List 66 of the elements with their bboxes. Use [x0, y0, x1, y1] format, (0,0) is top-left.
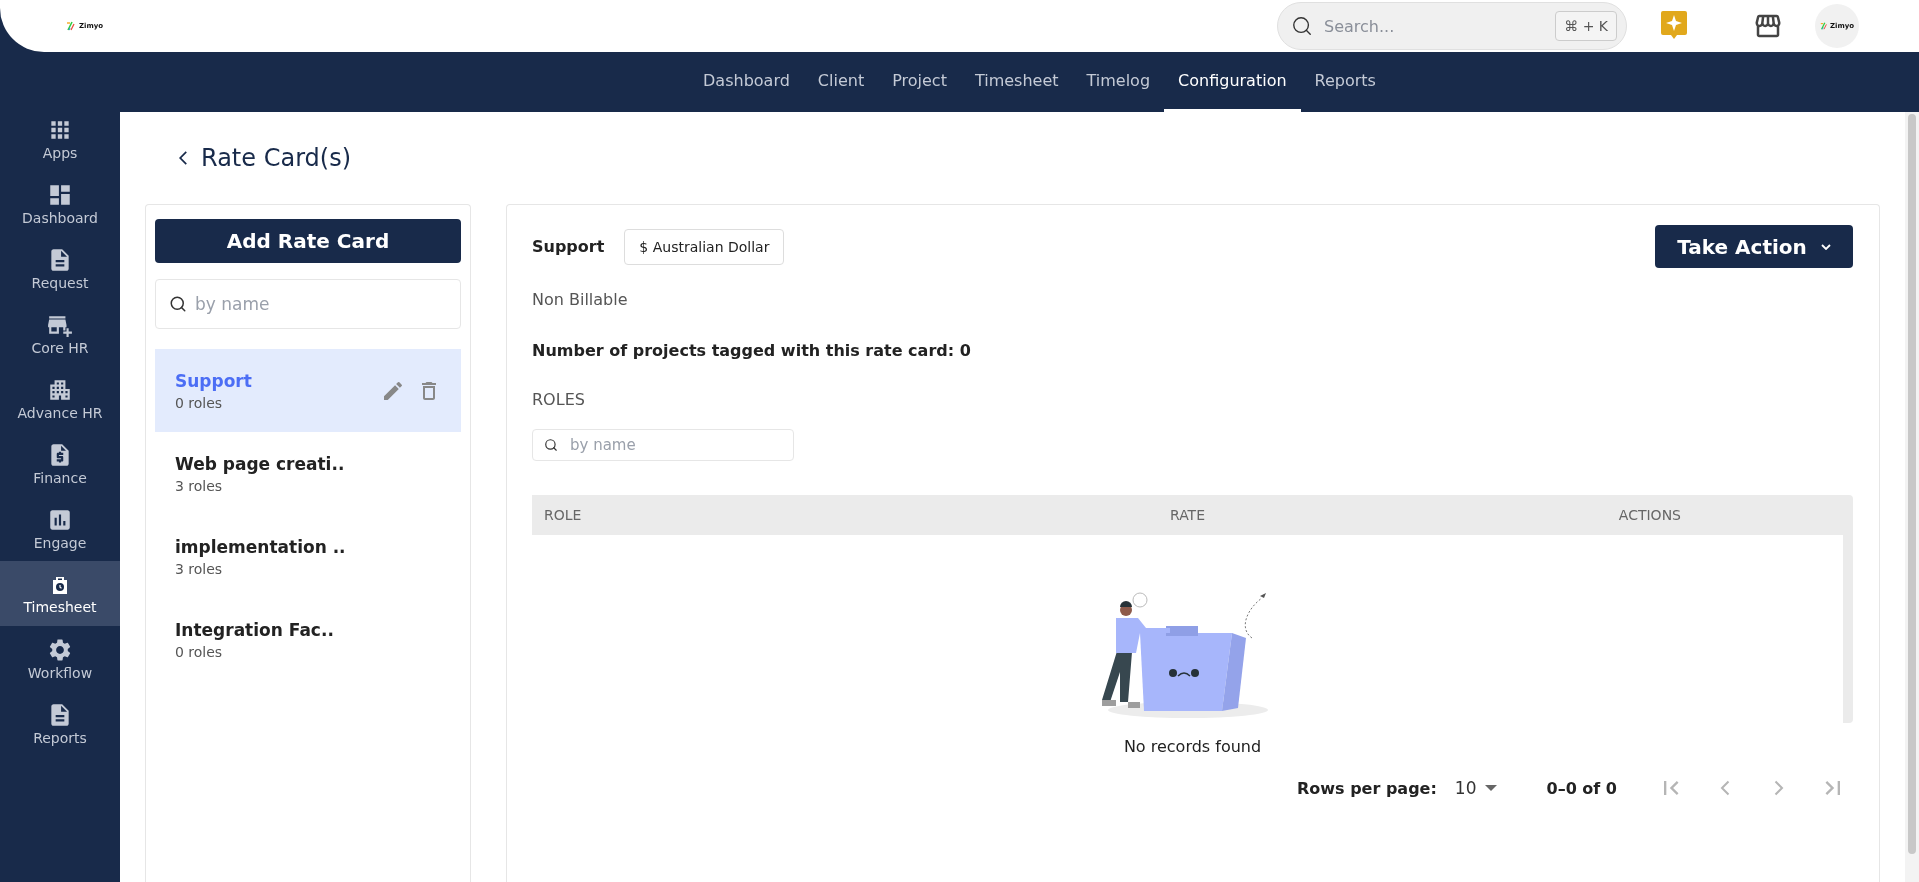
shortcut-hint: ⌘ + K — [1555, 11, 1617, 41]
page-range: 0–0 of 0 — [1546, 778, 1617, 798]
rate-card-roles: 0 roles — [175, 643, 224, 660]
sidebar-item[interactable]: Workflow — [0, 626, 120, 691]
sidebar-item[interactable]: Timesheet — [0, 561, 120, 626]
rate-card-roles: 3 roles — [175, 560, 224, 577]
sidebar-item[interactable]: Apps — [0, 106, 120, 171]
rate-card-roles: 3 roles — [175, 477, 224, 494]
column-header: ACTIONS — [1617, 507, 1682, 523]
sidebar-label: Advance HR — [17, 404, 103, 421]
sidebar-label: Dashboard — [22, 209, 98, 226]
rate-card-name: implementation .. — [175, 536, 347, 557]
rows-per-page-label: Rows per page: — [1296, 778, 1437, 798]
nav-tab[interactable]: Timelog — [1072, 52, 1165, 112]
sidebar-label: Core HR — [31, 339, 89, 356]
nav-tab[interactable]: Reports — [1300, 52, 1390, 112]
take-action-button[interactable]: Take Action — [1655, 225, 1853, 268]
rate-card-name: Web page creati.. — [175, 453, 346, 474]
sidebar-item[interactable]: Advance HR — [0, 366, 120, 431]
rate-card-roles: 0 roles — [175, 394, 224, 411]
add-rate-card-button[interactable]: Add Rate Card — [155, 219, 461, 263]
search-field[interactable]: by name — [155, 279, 461, 329]
caret-icon — [1484, 785, 1497, 791]
sparkle-icon[interactable] — [1661, 11, 1687, 41]
search-icon — [1291, 15, 1313, 37]
nav-tab[interactable]: Project — [878, 52, 961, 112]
sidebar-label: Request — [31, 274, 89, 291]
rate-card-name: Integration Fac.. — [175, 619, 335, 640]
sidebar-label: Workflow — [27, 664, 93, 681]
previous-page-icon — [1720, 780, 1730, 796]
logo-icon — [1819, 22, 1828, 30]
rate-card-item[interactable]: Integration Fac.. 0 roles — [155, 598, 461, 681]
rate-card-name: Support — [175, 370, 253, 391]
rate-card-item[interactable]: implementation .. 3 roles — [155, 515, 461, 598]
sidebar-item[interactable]: Core HR — [0, 301, 120, 366]
search-icon — [169, 295, 187, 313]
rate-card-item[interactable]: Support 0 roles — [155, 349, 461, 432]
sidebar-item[interactable]: Finance — [0, 431, 120, 496]
roles-heading: ROLES — [532, 390, 586, 409]
nav-tab[interactable]: Dashboard — [689, 52, 804, 112]
sidebar-label: Finance — [33, 469, 87, 486]
currency-chip: $ Australian Dollar — [624, 228, 785, 265]
scrollbar-thumb[interactable] — [1908, 114, 1916, 854]
sidebar-label: Reports — [33, 729, 87, 746]
sidebar-item[interactable]: Request — [0, 236, 120, 301]
sidebar-label: Timesheet — [23, 598, 97, 615]
search-icon — [544, 438, 558, 452]
nav-tab[interactable]: Client — [803, 52, 879, 112]
billing-type: Non Billable — [532, 290, 629, 309]
projects-tagged-count: Number of projects tagged with this rate card: 0 — [532, 341, 972, 360]
rate-card-item[interactable]: Web page creati.. 3 roles — [155, 432, 461, 515]
page-title: Rate Card(s) — [201, 144, 352, 172]
sidebar-label: Engage — [33, 534, 87, 551]
search-field[interactable]: by name — [532, 429, 794, 461]
sidebar-item[interactable]: Engage — [0, 496, 120, 561]
sidebar-item[interactable]: Reports — [0, 691, 120, 756]
nav-tab[interactable]: Timesheet — [960, 52, 1073, 112]
sidebar-item[interactable]: Dashboard — [0, 171, 120, 236]
empty-message: No records found — [1123, 737, 1262, 756]
column-header: RATE — [1168, 507, 1207, 523]
next-page-icon — [1774, 780, 1784, 796]
caret-icon — [1820, 243, 1831, 250]
rate-card-title: Support — [532, 237, 605, 256]
column-header: ROLE — [544, 507, 583, 523]
logo-icon — [66, 21, 76, 31]
sidebar-label: Apps — [42, 144, 78, 161]
